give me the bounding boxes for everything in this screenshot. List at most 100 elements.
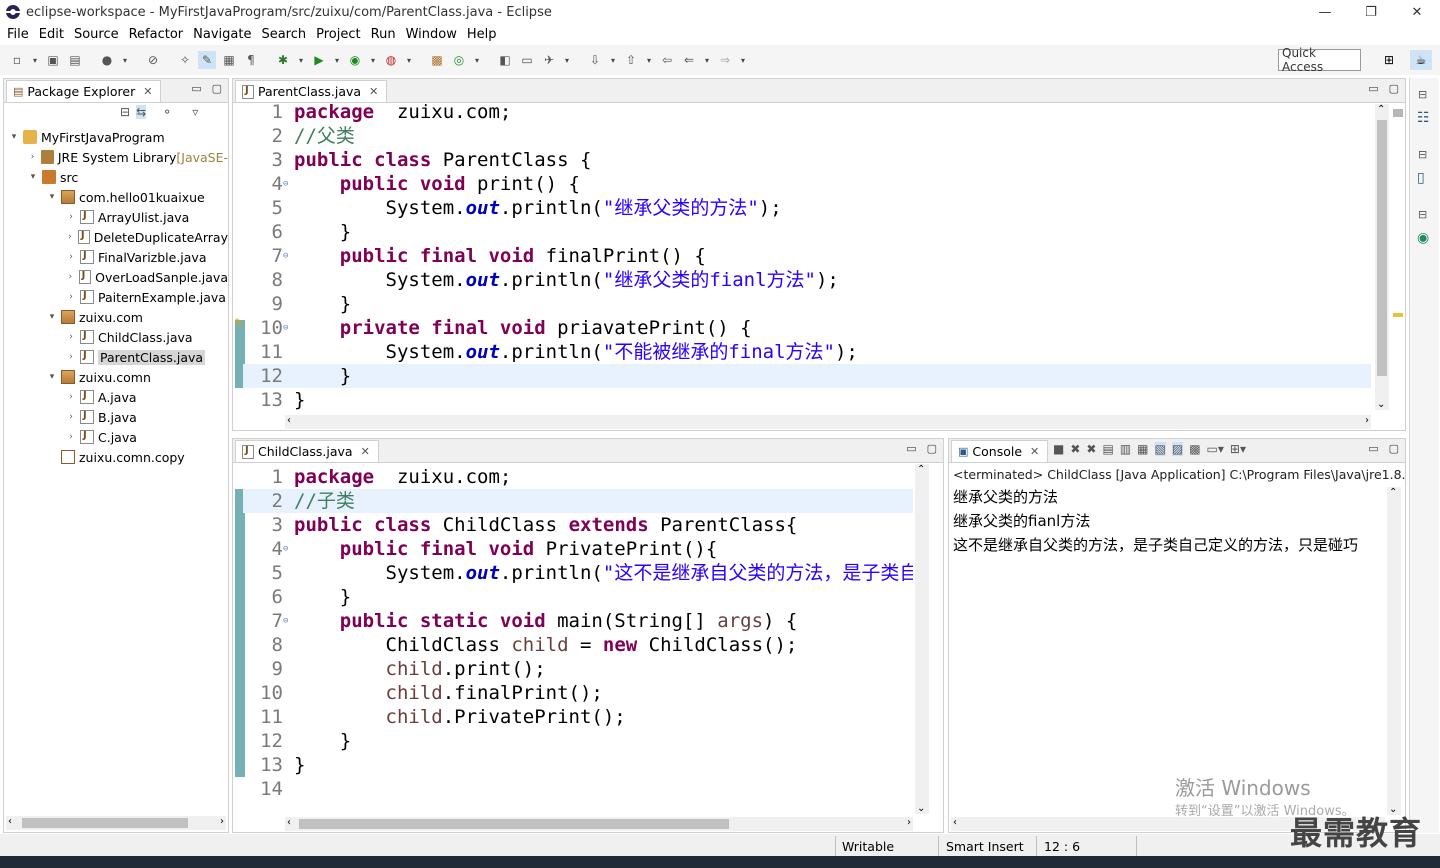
block-selection-icon[interactable]: ▦ <box>220 51 238 69</box>
tree-item[interactable]: › PaiternExample.java <box>4 287 228 307</box>
pin-console-icon[interactable]: ▩ <box>1189 442 1200 456</box>
code-line[interactable]: 10 ⊖ private final void priavatePrint() { <box>243 316 1371 340</box>
fold-toggle-icon[interactable]: ⊖ <box>283 244 293 268</box>
new-java-package-icon[interactable]: ▩ <box>428 51 446 69</box>
collapsed-arrow-icon[interactable]: › <box>65 272 76 282</box>
maximize-view-icon[interactable]: ▢ <box>927 442 937 455</box>
tree-item[interactable]: › JRE System Library [JavaSE- <box>4 147 228 167</box>
tree-item[interactable]: › DeleteDuplicateArray <box>4 227 228 247</box>
tree-item[interactable]: › ArrayUlist.java <box>4 207 228 227</box>
tab-console[interactable]: ▣ Console ✕ <box>951 440 1049 462</box>
expanded-arrow-icon[interactable]: ▾ <box>27 172 39 182</box>
save-icon[interactable]: ▣ <box>44 51 62 69</box>
code-line[interactable]: 10 child.finalPrint(); <box>243 681 913 705</box>
show-whitespace-icon[interactable]: ¶ <box>242 51 260 69</box>
maximize-view-icon[interactable]: ▢ <box>1389 442 1399 455</box>
expanded-arrow-icon[interactable]: ▾ <box>8 132 20 142</box>
save-all-icon[interactable]: ▤ <box>66 51 84 69</box>
editor-vertical-scrollbar[interactable]: ⌃ ⌄ <box>915 464 929 814</box>
code-line[interactable]: 11 child.PrivatePrint(); <box>243 705 913 729</box>
code-line[interactable]: 8 ChildClass child = new ChildClass(); <box>243 633 913 657</box>
close-button[interactable]: ✕ <box>1394 0 1440 24</box>
menu-navigate[interactable]: Navigate <box>188 27 256 42</box>
code-line[interactable]: 8 System.out.println("继承父类的fianl方法"); <box>243 268 1371 292</box>
back-dropdown-icon[interactable]: ▾ <box>702 51 712 69</box>
tab-parent-class[interactable]: ParentClass.java ✕ <box>235 80 388 102</box>
collapsed-arrow-icon[interactable]: › <box>27 152 38 162</box>
link-with-editor-icon[interactable]: ⇆ <box>136 105 147 119</box>
scroll-lock-icon[interactable]: ▥ <box>1120 442 1131 456</box>
code-line[interactable]: 2 //父类 <box>243 124 1371 148</box>
new-class-dropdown-icon[interactable]: ▾ <box>472 51 482 69</box>
terminate-icon[interactable]: ■ <box>1053 442 1064 456</box>
tree-item[interactable]: ▾ MyFirstJavaProgram <box>4 127 228 147</box>
explorer-horizontal-scrollbar[interactable]: ‹ › <box>6 816 226 830</box>
user-icon[interactable]: ● <box>98 51 116 69</box>
code-line[interactable]: 2 //子类 <box>243 489 913 513</box>
collapsed-arrow-icon[interactable]: › <box>65 352 77 362</box>
tree-item[interactable]: zuixu.comn.copy <box>4 447 228 467</box>
menu-file[interactable]: File <box>2 27 34 42</box>
menu-refactor[interactable]: Refactor <box>124 27 189 42</box>
show-stderr-icon[interactable]: ▨ <box>1171 442 1184 456</box>
expanded-arrow-icon[interactable]: ▾ <box>46 192 58 202</box>
user-dropdown-icon[interactable]: ▾ <box>120 51 130 69</box>
collapsed-arrow-icon[interactable]: › <box>65 292 77 302</box>
tree-item[interactable]: › OverLoadSanple.java <box>4 267 228 287</box>
close-tab-icon[interactable]: ✕ <box>1030 445 1039 458</box>
previous-annotation-dropdown-icon[interactable]: ▾ <box>644 51 654 69</box>
search-dropdown-icon[interactable]: ▾ <box>562 51 572 69</box>
code-line[interactable]: 12 } <box>243 729 913 753</box>
maximize-view-icon[interactable]: ▢ <box>212 82 222 95</box>
close-tab-icon[interactable]: ✕ <box>369 85 378 98</box>
fold-toggle-icon[interactable]: ⊖ <box>283 316 293 340</box>
open-folder-icon[interactable]: ▭ <box>518 51 536 69</box>
code-line[interactable]: 5 System.out.println("继承父类的方法"); <box>243 196 1371 220</box>
display-console-icon[interactable]: ▭▾ <box>1207 442 1224 456</box>
collapsed-arrow-icon[interactable]: › <box>65 392 77 402</box>
collapsed-arrow-icon[interactable]: › <box>65 412 77 422</box>
fold-toggle-icon[interactable]: ⊖ <box>283 609 293 633</box>
next-annotation-icon[interactable]: ⇩ <box>586 51 604 69</box>
mark-occurrences-icon[interactable]: ✎ <box>198 51 216 69</box>
search-icon[interactable]: ✈ <box>540 51 558 69</box>
code-line[interactable]: 7 ⊖ public final void finalPrint() { <box>243 244 1371 268</box>
code-line[interactable]: 6 } <box>243 585 913 609</box>
editor-vertical-scrollbar[interactable]: ⌃ ⌄ <box>1375 104 1389 410</box>
tree-item[interactable]: ▾ src <box>4 167 228 187</box>
view-menu-icon[interactable]: ⚬ <box>162 105 172 119</box>
tree-item[interactable]: › ParentClass.java <box>4 347 228 367</box>
editor-horizontal-scrollbar[interactable]: ‹ › <box>285 817 913 831</box>
code-line[interactable]: 9 child.print(); <box>243 657 913 681</box>
collapse-all-icon[interactable]: ⊟ <box>120 105 130 119</box>
coverage-icon[interactable]: ◉ <box>346 51 364 69</box>
restore-view-icon[interactable]: ⊟ <box>1418 208 1427 221</box>
new-dropdown-icon[interactable]: ▾ <box>30 51 40 69</box>
expanded-arrow-icon[interactable]: ▾ <box>46 372 58 382</box>
java-perspective-icon[interactable]: ☕ <box>1410 50 1432 70</box>
menu-help[interactable]: Help <box>462 27 502 42</box>
tree-item[interactable]: › FinalVarizble.java <box>4 247 228 267</box>
menu-window[interactable]: Window <box>401 27 462 42</box>
external-tools-icon[interactable]: ◍ <box>382 51 400 69</box>
code-line[interactable]: 4 ⊖ public void print() { <box>243 172 1371 196</box>
expanded-arrow-icon[interactable]: ▾ <box>46 312 58 322</box>
tab-child-class[interactable]: ChildClass.java ✕ <box>235 440 379 462</box>
tree-item[interactable]: ▾ com.hello01kuaixue <box>4 187 228 207</box>
code-line[interactable]: 11 System.out.println("不能被继承的final方法"); <box>243 340 1371 364</box>
debug-dropdown-icon[interactable]: ▾ <box>296 51 306 69</box>
quick-access-input[interactable]: Quick Access <box>1278 46 1361 74</box>
close-tab-icon[interactable]: ✕ <box>143 85 152 98</box>
restore-view-icon[interactable]: ⊟ <box>1418 148 1427 161</box>
close-tab-icon[interactable]: ✕ <box>361 445 370 458</box>
open-console-icon[interactable]: ⊞▾ <box>1230 442 1246 456</box>
collapsed-arrow-icon[interactable]: › <box>65 252 77 262</box>
code-area[interactable]: 1 package zuixu.com; 2 //父类 3 public class Pa… <box>243 100 1371 412</box>
maximize-view-icon[interactable]: ▢ <box>1389 82 1399 95</box>
clear-console-icon[interactable]: ▤ <box>1102 442 1113 456</box>
minimize-view-icon[interactable]: ▭ <box>191 82 201 95</box>
console-vertical-scrollbar[interactable]: ⌃ ⌄ <box>1387 487 1401 815</box>
last-edit-location-icon[interactable]: ⇦ <box>658 51 676 69</box>
coverage-dropdown-icon[interactable]: ▾ <box>368 51 378 69</box>
remove-all-terminated-icon[interactable]: ✖ <box>1086 442 1096 456</box>
